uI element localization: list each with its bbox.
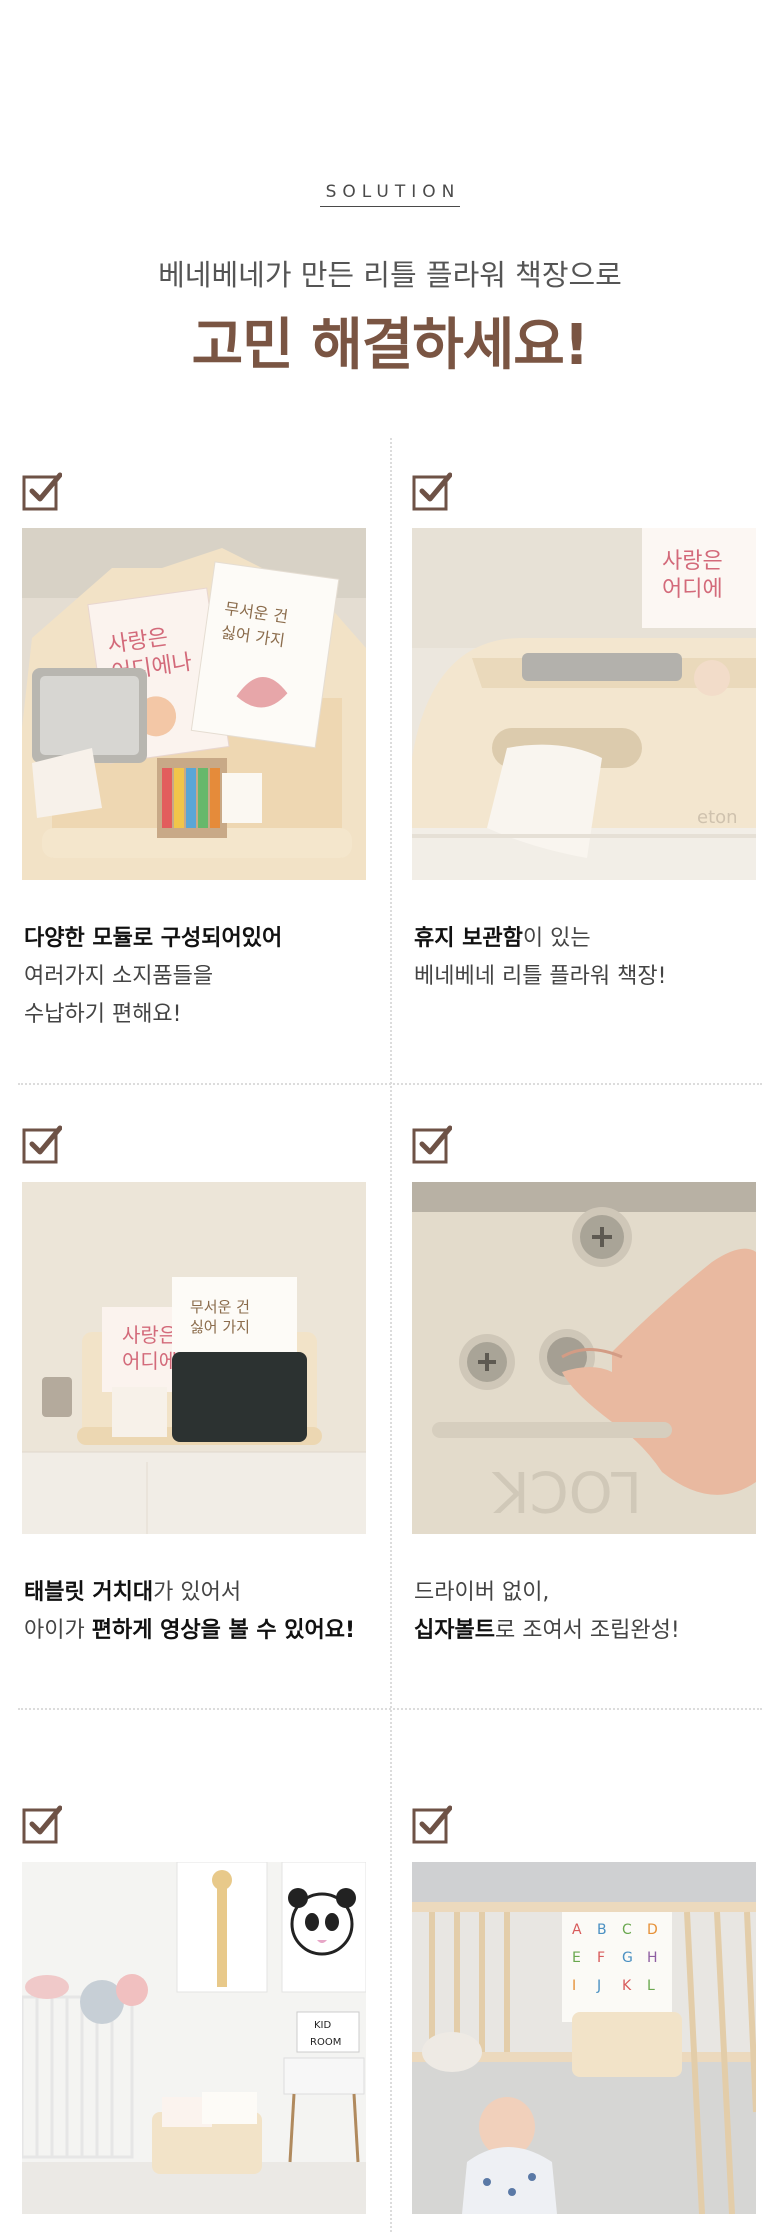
checkbox-checked-icon: [412, 471, 452, 511]
svg-text:H: H: [647, 1950, 658, 1966]
svg-text:D: D: [647, 1922, 658, 1938]
photo-tissue-box: 사랑은 어디에 eton: [412, 528, 756, 880]
section-subtitle: 베네베네가 만든 리틀 플라워 책장으로: [158, 258, 622, 292]
svg-text:B: B: [597, 1922, 607, 1938]
checkbox-checked-icon: [412, 1804, 452, 1844]
svg-text:어디에: 어디에: [662, 577, 723, 602]
svg-text:무서운 건: 무서운 건: [190, 1298, 250, 1316]
section-eyebrow: SOLUTION: [0, 182, 780, 207]
svg-text:F: F: [597, 1950, 605, 1966]
checkbox-checked-icon: [22, 471, 62, 511]
row-divider-1: [18, 1083, 762, 1085]
svg-text:사랑은: 사랑은: [122, 1323, 177, 1347]
feature-caption-3: 태블릿 거치대가 있어서 아이가 편하게 영상을 볼 수 있어요!: [24, 1580, 356, 1643]
brand-mark: eton: [697, 807, 738, 828]
row-divider-2: [18, 1708, 762, 1710]
feature-caption-4: 드라이버 없이, 십자볼트로 조여서 조립완성!: [414, 1580, 680, 1643]
svg-text:ROOM: ROOM: [310, 2037, 341, 2048]
svg-text:I: I: [572, 1978, 576, 1994]
section-title: 고민 해결하세요!: [191, 313, 590, 378]
checkbox-checked-icon: [412, 1124, 452, 1164]
svg-text:J: J: [596, 1978, 601, 1994]
svg-text:KID: KID: [314, 2020, 332, 2031]
svg-text:E: E: [572, 1950, 581, 1966]
photo-modules: 사랑은 어디에나 무서운 건 싫어 가지: [22, 528, 366, 880]
feature-caption-1: 다양한 모듈로 구성되어있어 여러가지 소지품들을 수납하기 편해요!: [24, 926, 283, 1027]
svg-text:C: C: [622, 1922, 632, 1938]
photo-tablet-stand: 사랑은 어디에나 무서운 건 싫어 가지: [22, 1182, 366, 1534]
svg-text:K: K: [622, 1978, 632, 1994]
svg-text:싫어 가지: 싫어 가지: [190, 1318, 250, 1336]
svg-text:L: L: [647, 1978, 655, 1994]
svg-text:A: A: [572, 1922, 582, 1938]
column-divider: [390, 438, 392, 2232]
photo-baby-playpen: ABCD EF GH I J KL: [412, 1862, 756, 2214]
feature-caption-2: 휴지 보관함이 있는 베네베네 리틀 플라워 책장!: [414, 926, 667, 989]
checkbox-checked-icon: [22, 1124, 62, 1164]
svg-text:사랑은: 사랑은: [662, 549, 723, 574]
photo-kids-room: KID ROOM: [22, 1862, 366, 2214]
svg-text:G: G: [622, 1950, 633, 1966]
checkbox-checked-icon: [22, 1804, 62, 1844]
lock-emboss: LOCK: [492, 1458, 642, 1523]
photo-cross-bolt: LOCK: [412, 1182, 756, 1534]
